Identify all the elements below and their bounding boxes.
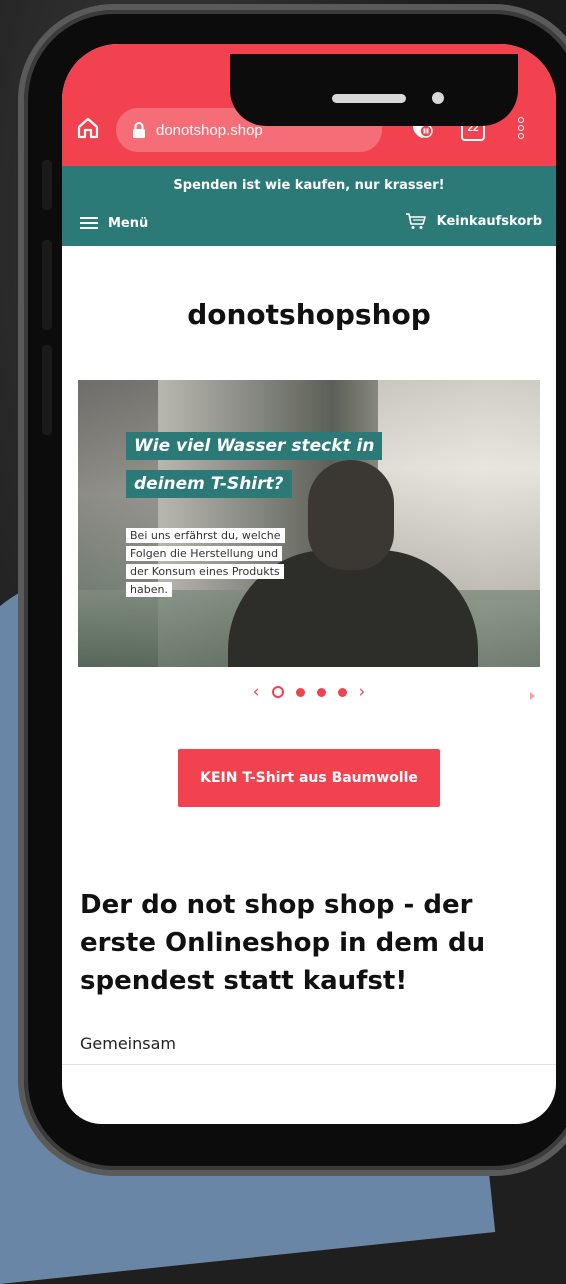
speaker xyxy=(332,94,406,103)
promo-banner: Spenden ist wie kaufen, nur krasser! xyxy=(173,178,445,193)
hero-body-line: der Konsum eines Produkts xyxy=(126,564,284,579)
play-icon[interactable] xyxy=(530,692,535,700)
shop-header: Spenden ist wie kaufen, nur krasser! Men… xyxy=(62,166,556,246)
hero-headline-line2: deinem T-Shirt? xyxy=(126,470,292,498)
chevron-right-icon[interactable]: › xyxy=(359,682,366,702)
phone-screen: donotshop.shop 22 Spenden ist wie kaufen… xyxy=(62,44,556,1124)
hero-body-line: haben. xyxy=(126,582,172,597)
slider-dot[interactable] xyxy=(316,687,326,697)
hero-slide[interactable]: Wie viel Wasser steckt in deinem T-Shirt… xyxy=(78,380,540,667)
url-text: donotshop.shop xyxy=(156,121,263,139)
shop-title: donotshopshop xyxy=(187,298,431,331)
phone-side-button xyxy=(42,345,52,435)
lock-icon xyxy=(133,122,145,138)
kebab-menu-icon[interactable] xyxy=(518,117,524,141)
section-heading: Der do not shop shop - der erste Onlines… xyxy=(80,890,486,996)
cta-button[interactable]: KEIN T-Shirt aus Baumwolle xyxy=(178,749,440,807)
hamburger-icon xyxy=(80,214,98,232)
home-icon[interactable] xyxy=(76,116,100,140)
section-paragraph: Gemeinsam xyxy=(80,1034,176,1053)
hero-body-line: Bei uns erfährst du, welche xyxy=(126,528,285,543)
chevron-left-icon[interactable]: ‹ xyxy=(253,682,260,702)
slider-pagination: ‹ › xyxy=(62,682,556,702)
hero-body-line: Folgen die Herstellung und xyxy=(126,546,283,561)
phone-side-button xyxy=(42,240,52,330)
slider-dot[interactable] xyxy=(295,687,305,697)
camera xyxy=(432,92,444,104)
phone-notch xyxy=(230,54,518,126)
hero-headline-line1: Wie viel Wasser steckt in xyxy=(126,432,383,460)
cart-icon xyxy=(405,213,426,229)
hero-body-text: Bei uns erfährst du, welche Folgen die H… xyxy=(126,528,285,600)
hero-person-head xyxy=(308,460,394,570)
cart-button[interactable]: Keinkaufskorb xyxy=(405,212,542,230)
cart-label: Keinkaufskorb xyxy=(436,213,542,229)
phone-side-button xyxy=(42,160,52,210)
divider xyxy=(62,1064,556,1065)
menu-label: Menü xyxy=(108,215,149,231)
slider-dot[interactable] xyxy=(337,687,347,697)
menu-button[interactable]: Menü xyxy=(80,214,148,232)
slider-dot[interactable] xyxy=(271,686,284,698)
